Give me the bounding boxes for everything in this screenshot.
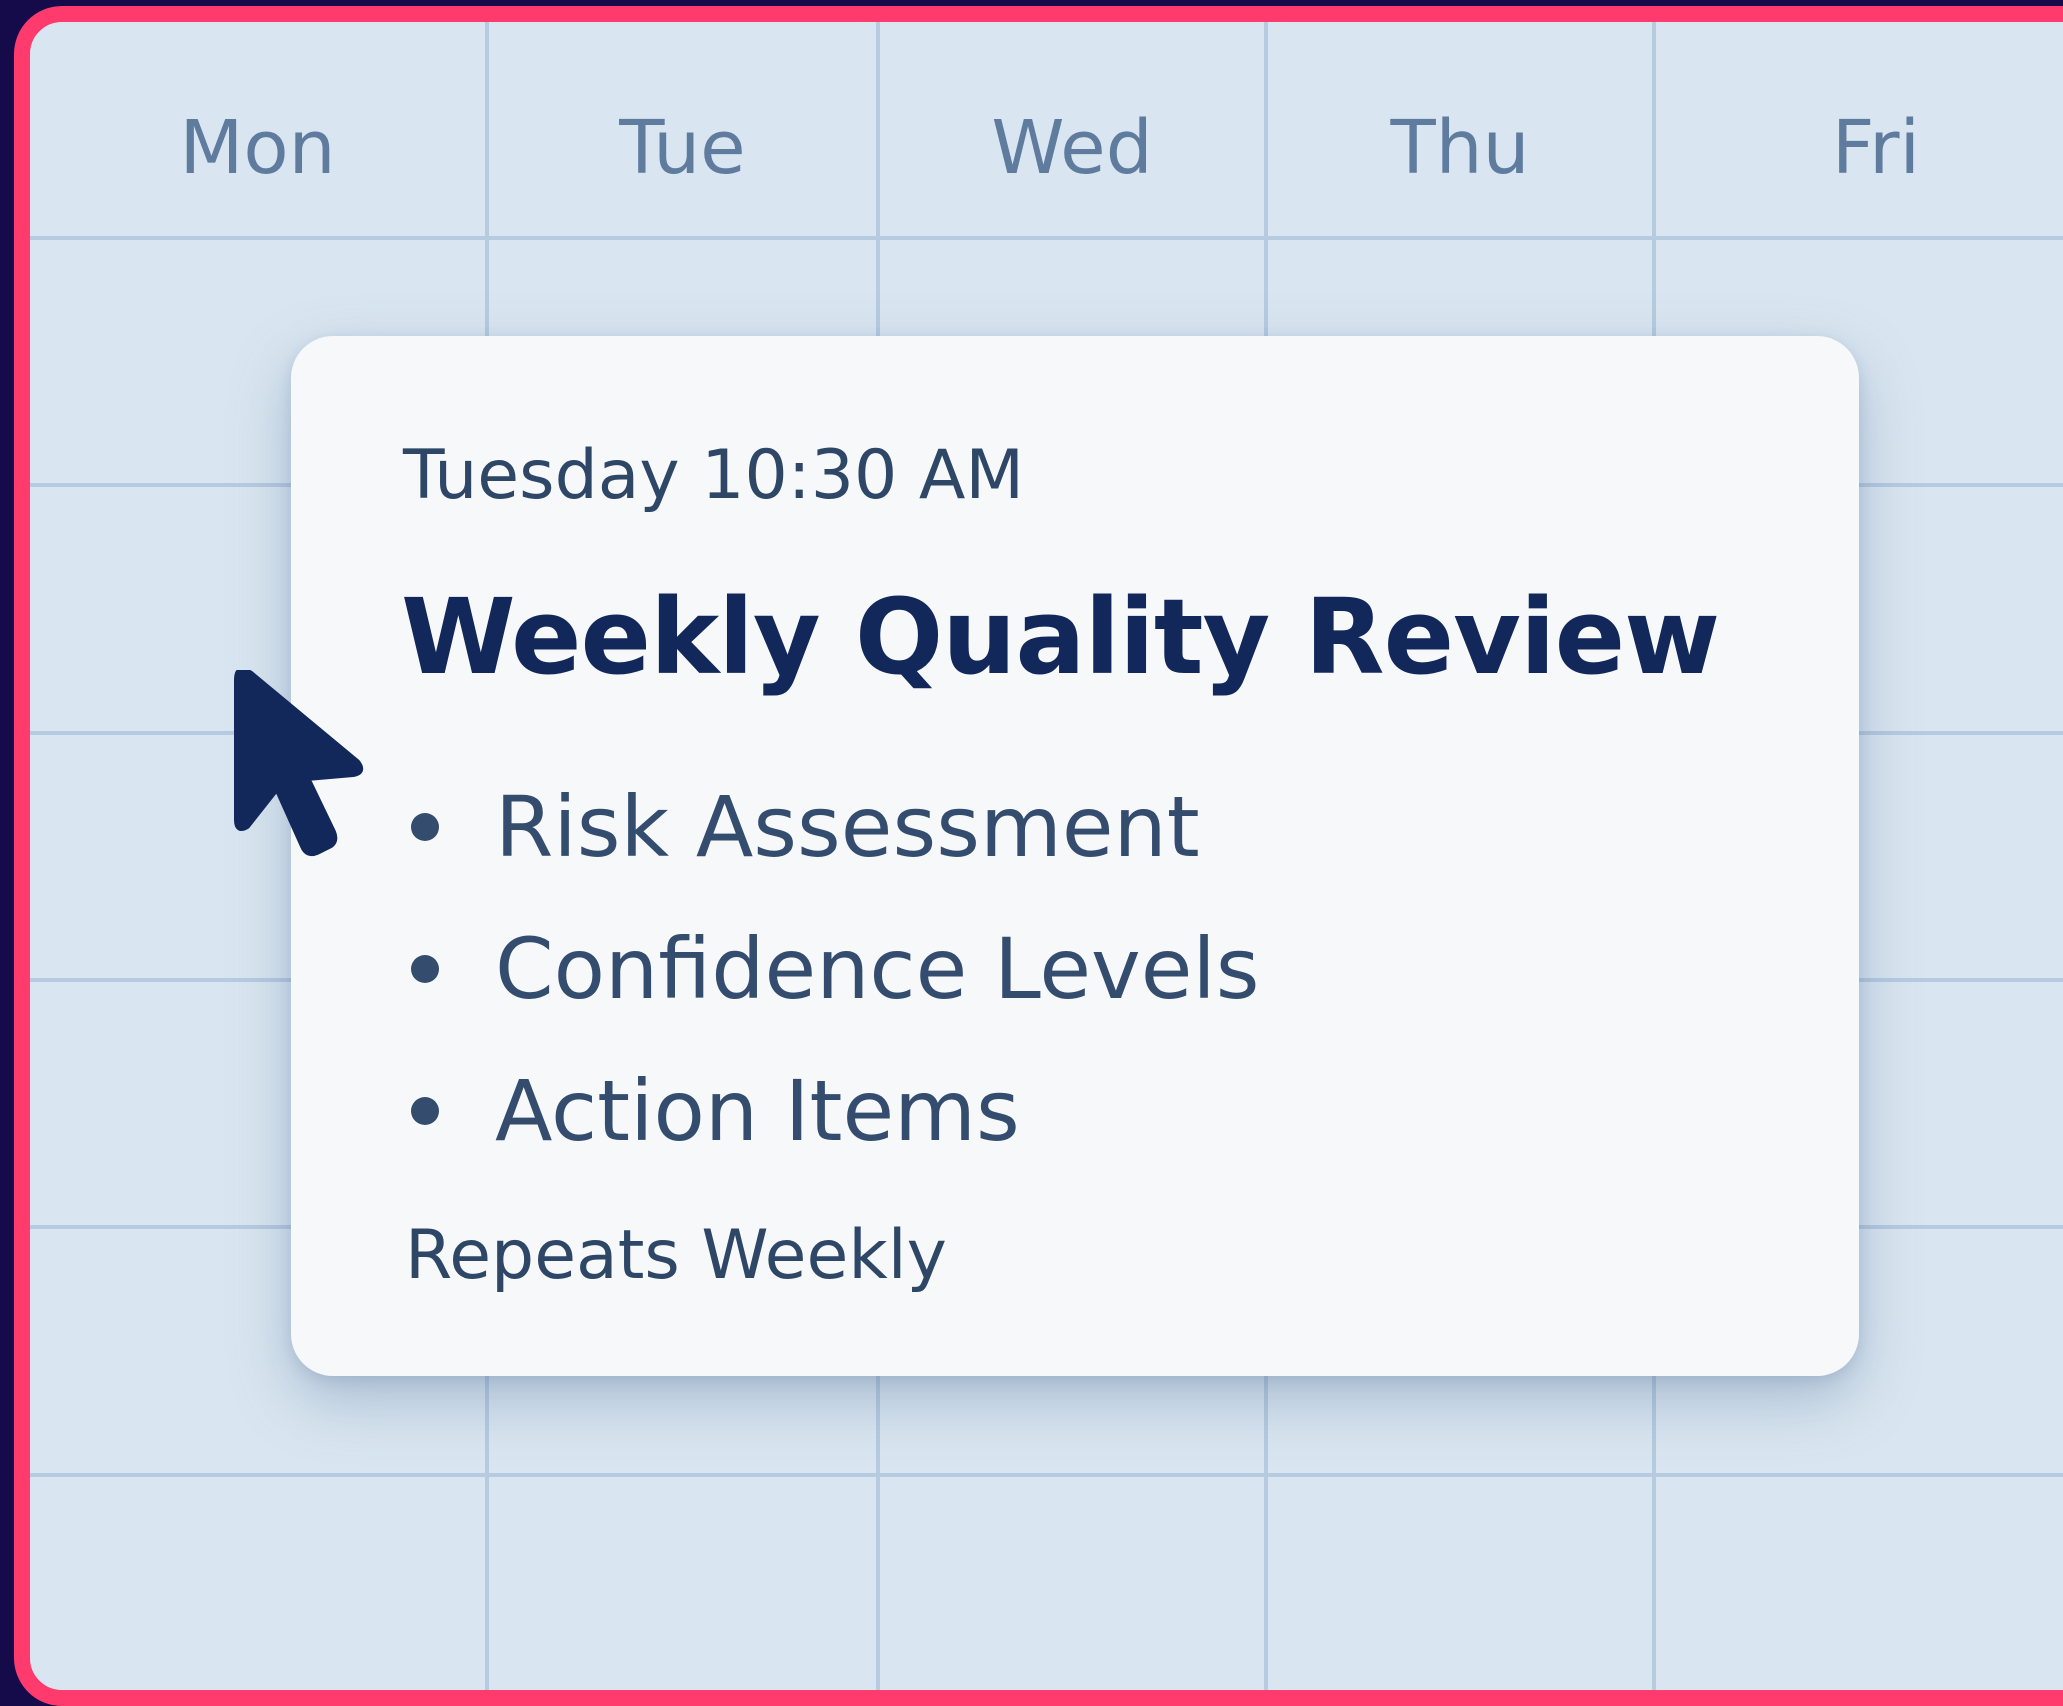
agenda-item: Action Items: [405, 1040, 1260, 1182]
agenda-item: Risk Assessment: [405, 756, 1260, 898]
day-header-tue[interactable]: Tue: [489, 98, 876, 198]
bullet-dot-icon: [411, 813, 439, 841]
event-title: Weekly Quality Review: [401, 576, 1720, 698]
grid-line: [30, 1473, 2063, 1477]
bullet-dot-icon: [411, 1097, 439, 1125]
agenda-item-label: Risk Assessment: [495, 778, 1200, 876]
event-detail-card[interactable]: Tuesday 10:30 AM Weekly Quality Review R…: [291, 336, 1859, 1376]
agenda-item: Confidence Levels: [405, 898, 1260, 1040]
agenda-item-label: Confidence Levels: [495, 920, 1260, 1018]
agenda-item-label: Action Items: [495, 1062, 1020, 1160]
day-header-wed[interactable]: Wed: [880, 98, 1264, 198]
mouse-pointer-icon: [234, 670, 364, 857]
bullet-dot-icon: [411, 955, 439, 983]
day-header-thu[interactable]: Thu: [1268, 98, 1652, 198]
day-header-fri[interactable]: Fri: [1656, 98, 2063, 198]
event-time: Tuesday 10:30 AM: [403, 436, 1025, 515]
agenda-list: Risk Assessment Confidence Levels Action…: [405, 756, 1260, 1182]
event-recurrence: Repeats Weekly: [405, 1216, 947, 1295]
app-frame: Mon Tue Wed Thu Fri Tuesday 10:30 AM Wee…: [14, 6, 2063, 1706]
grid-line: [30, 236, 2063, 240]
day-header-mon[interactable]: Mon: [30, 98, 485, 198]
